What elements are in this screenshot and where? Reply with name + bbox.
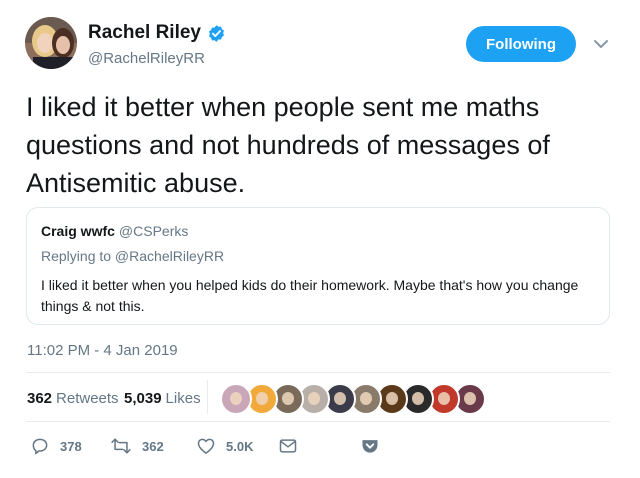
liker-avatar-face — [360, 392, 372, 405]
quoted-replying-to: Replying to @RachelRileyRR — [41, 248, 225, 264]
author-avatar-image — [25, 17, 77, 69]
chevron-down-icon[interactable] — [593, 38, 609, 50]
liker-avatar-face — [412, 392, 424, 405]
liker-avatar[interactable] — [220, 383, 252, 415]
heart-icon — [197, 438, 215, 454]
author-name-row[interactable]: Rachel Riley — [88, 22, 226, 44]
retweet-count: 362 — [142, 438, 164, 454]
stats-divider — [207, 380, 208, 414]
author-name[interactable]: Rachel Riley — [88, 22, 201, 44]
likes-stat-count: 5,039 — [124, 390, 162, 407]
liker-avatar-face — [282, 392, 294, 405]
liker-avatar-face — [230, 392, 242, 405]
like-count: 5.0K — [226, 438, 254, 454]
verified-badge-icon — [209, 24, 224, 42]
likes-stat[interactable]: 5,039 Likes — [124, 390, 201, 407]
liker-avatar-face — [334, 392, 346, 405]
direct-message-action[interactable] — [278, 436, 298, 456]
quoted-tweet-header: Craig wwfc @CSPerks — [41, 223, 188, 239]
author-avatar[interactable] — [25, 17, 77, 69]
retweet-action[interactable]: 362 — [110, 436, 164, 456]
pocket-action[interactable] — [360, 436, 380, 456]
liker-avatar-face — [438, 392, 450, 405]
following-button[interactable]: Following — [466, 26, 576, 62]
author-handle[interactable]: @RachelRileyRR — [88, 50, 205, 67]
tweet-text: I liked it better when people sent me ma… — [26, 92, 550, 198]
reply-count: 378 — [60, 438, 82, 454]
envelope-icon — [279, 439, 297, 453]
quoted-author-name: Craig wwfc — [41, 223, 115, 239]
liker-avatar-face — [308, 392, 320, 405]
divider — [26, 421, 610, 422]
tweet-timestamp[interactable]: 11:02 PM - 4 Jan 2019 — [27, 342, 178, 359]
liker-avatar-face — [256, 392, 268, 405]
likes-stat-label: Likes — [165, 390, 201, 407]
retweets-stat[interactable]: 362 Retweets — [27, 390, 119, 407]
pocket-icon — [362, 440, 378, 453]
quoted-tweet-text: I liked it better when you helped kids d… — [41, 277, 579, 314]
liker-avatar-face — [464, 392, 476, 405]
retweet-icon — [111, 438, 131, 454]
divider — [26, 372, 610, 373]
retweets-stat-label: Retweets — [56, 390, 119, 407]
quoted-tweet[interactable]: Craig wwfc @CSPerks Replying to @RachelRi… — [26, 207, 610, 325]
like-action[interactable]: 5.0K — [196, 436, 253, 456]
retweets-stat-count: 362 — [27, 390, 53, 407]
tweet-card: Rachel Riley @RachelRileyRR Following I … — [0, 0, 640, 478]
liker-avatar-face — [386, 392, 398, 405]
quoted-author-handle: @CSPerks — [118, 223, 189, 239]
reply-action[interactable]: 378 — [30, 436, 82, 456]
reply-icon — [32, 438, 48, 455]
